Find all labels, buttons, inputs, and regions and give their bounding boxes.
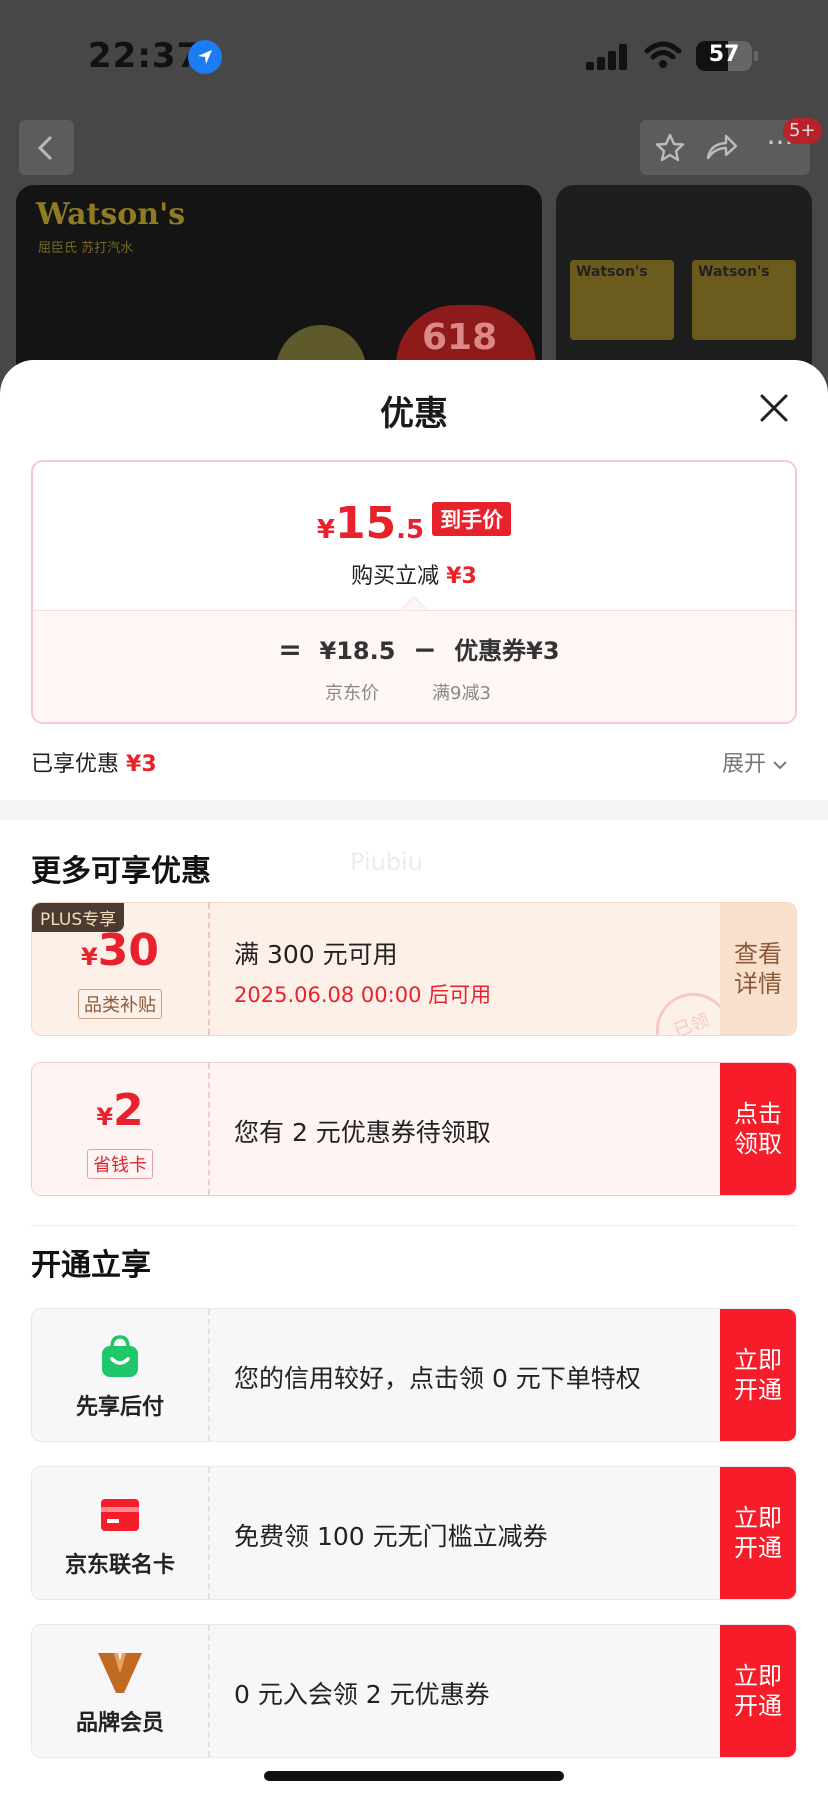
coupon-title: 您有 2 元优惠券待领取 (234, 1118, 491, 1147)
sheet-title: 优惠 (380, 394, 448, 434)
brand-member-item[interactable]: 品牌会员 0 元入会领 2 元优惠券 立即 开通 (31, 1624, 797, 1758)
share-icon[interactable] (704, 132, 738, 162)
battery-icon: 57 (696, 41, 752, 71)
brand-v-icon (98, 1653, 142, 1693)
final-price: ¥15.5 到手价 (317, 498, 512, 549)
coupon-title: 满 300 元可用 (234, 940, 398, 969)
enjoyed-discount: 已享优惠 ¥3 (31, 752, 157, 777)
item-label: 品牌会员 (75, 1711, 164, 1736)
discount-sheet: 优惠 ¥15.5 到手价 购买立减 ¥3 = ¥18.5 − 优惠券¥3 京东价… (0, 360, 828, 1795)
item-text: 免费领 100 元无门槛立减券 (234, 1522, 548, 1551)
pay-later-item[interactable]: 先享后付 您的信用较好，点击领 0 元下单特权 立即 开通 (31, 1308, 797, 1442)
activate-button[interactable]: 立即 开通 (720, 1309, 796, 1441)
brand-subtitle: 屈臣氏 苏打汽水 (38, 241, 134, 256)
price-card: ¥15.5 到手价 购买立减 ¥3 = ¥18.5 − 优惠券¥3 京东价 满9减… (31, 460, 797, 724)
star-icon[interactable] (654, 132, 686, 164)
back-button[interactable] (19, 120, 74, 175)
background-page: 22:37 57 ··· 5+ Watson's 屈臣氏 苏打汽水 618 Wa… (0, 0, 828, 415)
jd-price: ¥18.5 (319, 637, 396, 665)
activate-button[interactable]: 立即 开通 (720, 1467, 796, 1599)
product-can: Watson's (570, 260, 674, 340)
divider (31, 1225, 797, 1226)
credit-card-icon (101, 1499, 139, 1531)
item-label: 先享后付 (75, 1395, 164, 1420)
coupon-amount: ¥2 (96, 1085, 144, 1136)
home-indicator[interactable] (264, 1771, 564, 1781)
status-bar: 22:37 57 (0, 0, 828, 115)
coupon-type: 品类补贴 (78, 989, 162, 1019)
product-can: Watson's (692, 260, 796, 340)
coupon-valid-date: 2025.06.08 00:00 后可用 (234, 983, 492, 1007)
item-label: 京东联名卡 (64, 1553, 175, 1578)
open-benefits-title: 开通立享 (31, 1248, 151, 1283)
wifi-icon (644, 41, 682, 68)
cellular-signal-icon (586, 44, 630, 70)
view-details-button[interactable]: 查看 详情 (720, 903, 796, 1035)
battery-level: 57 (708, 42, 740, 67)
more-discounts-title: 更多可享优惠 (31, 854, 211, 889)
price-breakdown: = ¥18.5 − 优惠券¥3 京东价 满9减3 (33, 610, 795, 722)
coupon-amount: ¥30 (81, 925, 159, 976)
plus-coupon[interactable]: PLUS专享 ¥30 品类补贴 满 300 元可用 2025.06.08 00:… (31, 902, 797, 1036)
expand-button[interactable]: 展开 (722, 746, 788, 778)
chevron-left-icon (37, 135, 53, 161)
savings-card-coupon[interactable]: ¥2 省钱卡 您有 2 元优惠券待领取 点击 领取 (31, 1062, 797, 1196)
item-text: 0 元入会领 2 元优惠券 (234, 1680, 490, 1709)
section-divider (0, 800, 828, 820)
jd-price-label: 京东价 (325, 683, 379, 704)
notification-badge: 5+ (783, 118, 822, 144)
price-formula: = ¥18.5 − 优惠券¥3 (278, 633, 560, 666)
close-icon[interactable] (756, 390, 792, 426)
jd-cobrand-card-item[interactable]: 京东联名卡 免费领 100 元无门槛立减券 立即 开通 (31, 1466, 797, 1600)
instant-discount: 购买立减 ¥3 (351, 564, 477, 589)
shopping-bag-icon (102, 1335, 138, 1377)
coupon-type: 省钱卡 (87, 1149, 153, 1179)
brand-logo: Watson's (36, 197, 186, 232)
location-arrow-icon (188, 40, 222, 74)
activate-button[interactable]: 立即 开通 (720, 1625, 796, 1757)
watermark: Piubiu (350, 848, 423, 876)
chevron-down-icon (773, 761, 787, 770)
coupon-amount: 优惠券¥3 (454, 637, 560, 665)
status-time: 22:37 (88, 36, 202, 76)
price-tag: 到手价 (432, 502, 512, 536)
claim-button[interactable]: 点击 领取 (720, 1063, 796, 1195)
item-text: 您的信用较好，点击领 0 元下单特权 (234, 1364, 641, 1393)
coupon-rule-label: 满9减3 (432, 683, 491, 704)
